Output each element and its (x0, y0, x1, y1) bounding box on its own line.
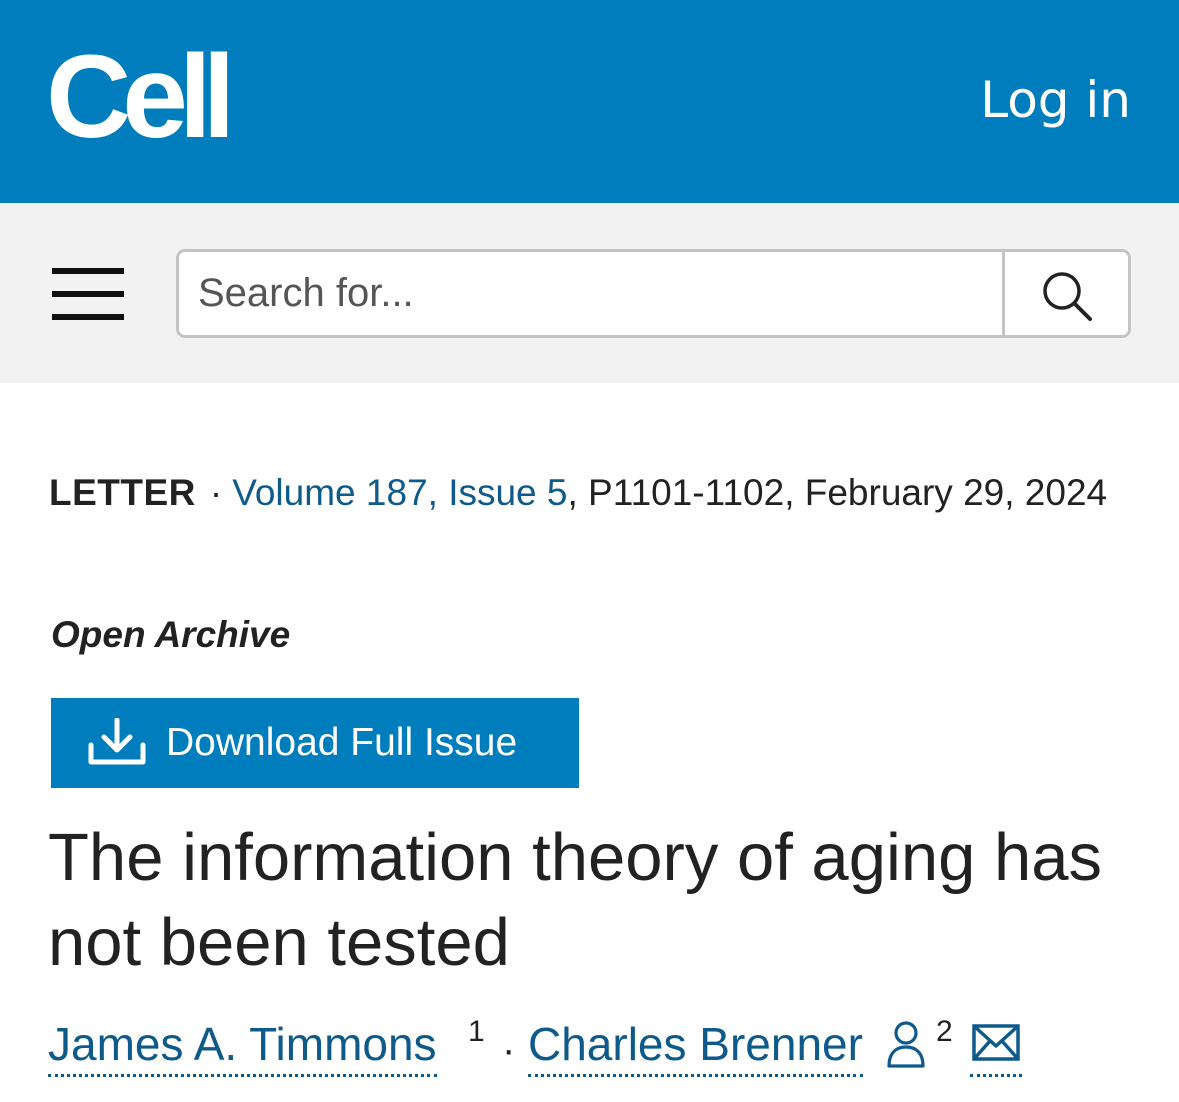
open-archive-label: Open Archive (51, 614, 291, 655)
author-affiliation[interactable]: 2 (936, 1015, 953, 1049)
download-label: Download Full Issue (166, 721, 518, 764)
site-header: Cell Log in (0, 0, 1179, 203)
volume-issue-link[interactable]: Volume 187, Issue 5 (232, 472, 567, 513)
hamburger-line (52, 314, 124, 320)
author-affiliation[interactable]: 1 (468, 1015, 485, 1049)
author-list: James A. Timmons 1 · Charles Brenner 2 (48, 1015, 1168, 1085)
author-link[interactable]: Charles Brenner (528, 1015, 863, 1077)
search-bar-row (0, 203, 1179, 383)
pages-date: , P1101-1102, February 29, 2024 (567, 472, 1108, 513)
search-input[interactable] (179, 252, 1005, 335)
hamburger-menu-icon[interactable] (52, 268, 124, 320)
person-icon (887, 1021, 925, 1068)
article-title: The information theory of aging has not … (48, 820, 1103, 980)
search-icon (1043, 272, 1092, 321)
article-type: LETTER (49, 472, 196, 513)
download-full-issue-button[interactable]: Download Full Issue (51, 698, 579, 788)
search-button[interactable] (1002, 252, 1128, 335)
cell-logo[interactable]: Cell (46, 38, 235, 156)
author-separator: · (502, 1028, 516, 1072)
mail-icon (972, 1024, 1020, 1061)
hamburger-line (52, 268, 124, 274)
meta-separator: · (209, 472, 223, 513)
download-icon (88, 718, 146, 765)
article-meta: LETTER · Volume 187, Issue 5, P1101-1102, … (49, 456, 1139, 529)
author-link[interactable]: James A. Timmons (48, 1015, 437, 1077)
hamburger-line (52, 291, 124, 297)
email-author-link[interactable] (970, 1015, 1022, 1077)
login-link[interactable]: Log in (980, 68, 1131, 132)
search-box (176, 249, 1131, 338)
